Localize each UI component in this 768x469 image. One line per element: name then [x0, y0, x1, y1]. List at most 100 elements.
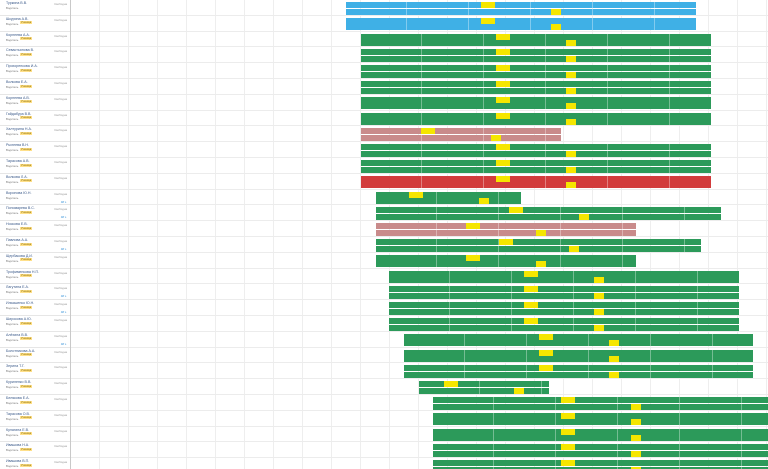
highlight-marker[interactable] [524, 318, 538, 324]
highlight-marker[interactable] [566, 166, 576, 173]
staff-row[interactable]: Кулагина Е.В. Водитель Ученица Свободна [0, 427, 70, 443]
highlight-marker[interactable] [630, 403, 641, 410]
highlight-marker[interactable] [444, 381, 458, 388]
staff-row[interactable]: Халтурина Н.А. Водитель Ученица Свободна [0, 126, 70, 143]
highlight-marker[interactable] [608, 356, 619, 363]
highlight-marker[interactable] [594, 292, 604, 299]
staff-name[interactable]: Тарасова А.В. [6, 159, 30, 163]
highlight-marker[interactable] [566, 119, 576, 126]
shift-bar[interactable] [361, 166, 711, 173]
highlight-marker[interactable] [538, 365, 553, 372]
shift-bar[interactable] [361, 160, 711, 166]
shift-bar[interactable] [376, 229, 636, 236]
highlight-marker[interactable] [514, 387, 524, 394]
highlight-marker[interactable] [496, 112, 510, 119]
highlight-marker[interactable] [496, 175, 510, 182]
shift-bar[interactable] [389, 318, 739, 324]
shift-bar[interactable] [376, 223, 636, 230]
highlight-marker[interactable] [496, 49, 510, 56]
highlight-marker[interactable] [466, 223, 480, 230]
shift-bar[interactable] [433, 412, 768, 419]
shift-bar[interactable] [433, 460, 768, 467]
staff-row[interactable]: Прохоренкова И.А. Водитель Ученица Свободна [0, 63, 70, 79]
highlight-marker[interactable] [560, 460, 575, 467]
shift-bar[interactable] [376, 239, 701, 245]
shift-bar[interactable] [361, 175, 711, 182]
staff-row[interactable]: Белякова Е.А. Водитель Ученица Свободна [0, 395, 70, 411]
shift-bar[interactable] [346, 8, 696, 15]
staff-name[interactable]: Куриленко В.В. [6, 380, 31, 384]
highlight-marker[interactable] [496, 144, 510, 151]
shift-bar[interactable] [361, 112, 711, 119]
staff-row[interactable]: Щербакова Д.И. Водитель Ученица Свободна [0, 253, 70, 269]
staff-name[interactable]: Рылеева В.Н. [6, 143, 29, 147]
highlight-marker[interactable] [560, 412, 575, 419]
highlight-marker[interactable] [496, 65, 510, 72]
highlight-marker[interactable] [551, 8, 561, 15]
highlight-marker[interactable] [496, 160, 510, 166]
staff-name[interactable]: Корнеева А.А. [6, 33, 30, 37]
shift-bar[interactable] [346, 24, 696, 31]
staff-row[interactable]: Тарасова А.В. Водитель Ученица Свободна [0, 158, 70, 174]
staff-name[interactable]: Пономарева В.С. [6, 206, 35, 210]
shift-bar[interactable] [404, 365, 753, 372]
staff-row[interactable]: Корнеева А.А. Водитель Ученица Свободна [0, 32, 70, 48]
shift-bar[interactable] [376, 198, 521, 205]
staff-name[interactable]: Кулагина Е.В. [6, 428, 29, 432]
shift-bar[interactable] [404, 333, 753, 340]
staff-name[interactable]: Болотникова А.А. [6, 349, 35, 353]
highlight-marker[interactable] [630, 419, 641, 426]
shift-bar[interactable] [433, 450, 768, 457]
shift-bar[interactable] [433, 419, 768, 426]
staff-row[interactable]: Воронова Ю.Н. Водитель Свободна 48 ч. [0, 190, 70, 206]
shift-bar[interactable] [346, 2, 696, 8]
highlight-marker[interactable] [536, 229, 546, 236]
staff-row[interactable]: Лагутина Е.А. Водитель Ученица Свободна 48 ч… [0, 284, 70, 301]
shift-bar[interactable] [433, 435, 768, 442]
shift-bar[interactable] [404, 340, 753, 347]
highlight-marker[interactable] [496, 96, 510, 103]
shift-bar[interactable] [376, 191, 521, 198]
highlight-marker[interactable] [560, 428, 575, 435]
shift-bar[interactable] [404, 356, 753, 363]
highlight-marker[interactable] [536, 261, 546, 268]
highlight-marker[interactable] [466, 254, 480, 261]
staff-row[interactable]: Ивашова В.П. Водитель Ученица Свободна [0, 458, 70, 469]
staff-row[interactable]: Шкурина А.В. Водитель Ученица Свободна [0, 16, 70, 32]
shift-bar[interactable] [361, 71, 711, 78]
shift-bar[interactable] [389, 324, 739, 331]
highlight-marker[interactable] [566, 182, 576, 189]
highlight-marker[interactable] [508, 207, 523, 214]
shift-bar[interactable] [433, 444, 768, 451]
highlight-marker[interactable] [566, 103, 576, 110]
highlight-marker[interactable] [566, 150, 576, 157]
staff-row[interactable]: Тарасова О.В. Водитель Ученица Свободна [0, 411, 70, 427]
highlight-marker[interactable] [481, 17, 495, 24]
highlight-marker[interactable] [566, 55, 576, 62]
shift-bar[interactable] [433, 428, 768, 435]
shift-bar[interactable] [389, 286, 739, 293]
staff-row[interactable]: Корнеева А.В. Водитель Ученица Свободна [0, 95, 70, 111]
staff-name[interactable]: Гайдабура В.В. [6, 112, 31, 116]
shift-bar[interactable] [433, 397, 768, 403]
shift-bar[interactable] [361, 65, 711, 72]
staff-row[interactable]: Павлова А.А. Водитель Ученица Свободна 48 ч. [0, 237, 70, 253]
staff-name[interactable]: Ивашова Н.А. [6, 443, 29, 447]
staff-name[interactable]: Ивашова В.П. [6, 459, 29, 463]
shift-bar[interactable] [376, 245, 701, 252]
highlight-marker[interactable] [578, 213, 589, 220]
highlight-marker[interactable] [594, 324, 604, 331]
staff-row[interactable]: Туркина В.В. Водитель Свободна [0, 0, 70, 16]
highlight-marker[interactable] [560, 444, 575, 451]
highlight-marker[interactable] [524, 286, 538, 293]
highlight-marker[interactable] [608, 371, 619, 378]
staff-name[interactable]: Халтурина Н.А. [6, 127, 32, 131]
staff-name[interactable]: Ильяшенко Ю.Н. [6, 301, 34, 305]
highlight-marker[interactable] [560, 397, 575, 403]
shift-bar[interactable] [419, 381, 549, 388]
staff-name[interactable]: Трофименкова Н.П. [6, 270, 39, 274]
staff-name[interactable]: Прохоренкова И.А. [6, 64, 38, 68]
shift-bar[interactable] [361, 134, 561, 141]
shift-bar[interactable] [389, 302, 739, 309]
staff-row[interactable]: Пономарева В.С. Водитель Ученица Свободна 48… [0, 205, 70, 222]
